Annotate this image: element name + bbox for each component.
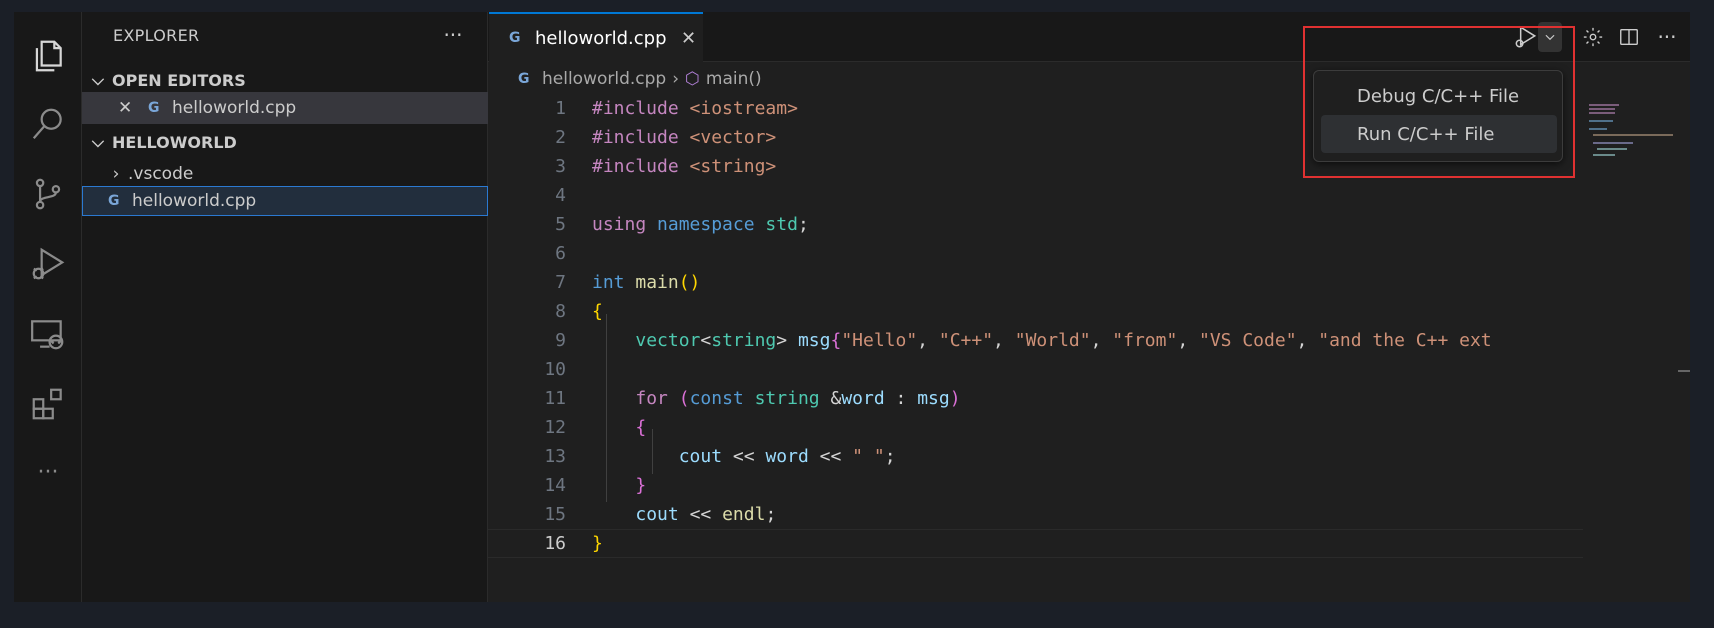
highlight-annotation-box [1303,26,1575,178]
code-line: 12 { [544,417,647,438]
breadcrumb: G helloworld.cpp › ⬡ main() [518,64,768,94]
chevron-right-icon: › [112,164,120,184]
gear-icon[interactable] [1578,22,1608,52]
source-control-icon[interactable] [14,164,82,224]
helloworld-file-item[interactable]: G helloworld.cpp [82,186,488,216]
run-debug-icon[interactable] [14,234,82,294]
chevron-down-icon: ⌵ [91,132,105,151]
code-line-current: 16} [488,529,1588,558]
code-line: 11 for (const string &word : msg) [544,388,961,409]
code-line: 14 } [544,475,647,496]
cpp-file-icon: G [509,30,521,46]
explorer-sidebar: EXPLORER ··· ⌵ OPEN EDITORS ✕ G hellowor… [82,12,488,602]
code-line: 5 using namespace std; [555,214,809,235]
minimap[interactable] [1583,94,1690,602]
breadcrumb-symbol[interactable]: main() [706,69,762,89]
remote-explorer-icon[interactable] [14,304,82,364]
more-views-icon[interactable]: ··· [14,442,82,502]
open-editor-file-label: helloworld.cpp [172,98,297,118]
code-line: 10 [544,359,566,380]
code-line: 6 [555,243,566,264]
chevron-right-icon: › [672,69,680,89]
chevron-down-icon: ⌵ [91,70,105,89]
breadcrumb-file[interactable]: helloworld.cpp [542,69,666,89]
code-line: 8{ [555,301,603,322]
tab-label: helloworld.cpp [535,27,667,49]
code-line: 4 [555,185,566,206]
code-line: 7 int main() [555,272,701,293]
explorer-more-actions-icon[interactable]: ··· [438,20,468,50]
open-editors-label: OPEN EDITORS [112,70,246,90]
cpp-file-icon: G [108,193,120,209]
cpp-file-icon: G [148,100,160,116]
split-editor-icon[interactable] [1614,22,1644,52]
cpp-file-icon: G [518,71,530,87]
vscode-folder-label: .vscode [128,164,194,184]
close-icon[interactable]: ✕ [681,28,696,49]
more-actions-icon[interactable]: ··· [1652,22,1682,52]
open-editor-item[interactable]: ✕ G helloworld.cpp [82,92,488,124]
code-line: 13 cout << word << " "; [544,446,896,467]
explorer-icon[interactable] [14,26,82,86]
method-icon: ⬡ [685,69,700,89]
folder-label: HELLOWORLD [112,132,237,152]
vscode-window: ··· EXPLORER ··· ⌵ OPEN EDITORS ✕ G hell… [14,12,1690,602]
helloworld-folder-section[interactable]: ⌵ HELLOWORLD [82,126,488,158]
activity-bar: ··· [14,12,82,602]
explorer-title: EXPLORER [113,26,200,45]
search-icon[interactable] [14,94,82,154]
close-icon[interactable]: ✕ [118,98,138,118]
code-line: 15 cout << endl; [544,504,777,525]
extensions-icon[interactable] [14,374,82,434]
tab-helloworld-cpp[interactable]: G helloworld.cpp ✕ [489,12,703,62]
file-label: helloworld.cpp [132,191,257,211]
minimap-slider[interactable] [1678,370,1690,372]
code-line: 9 vector<string> msg{"Hello", "C++", "Wo… [555,330,1492,351]
